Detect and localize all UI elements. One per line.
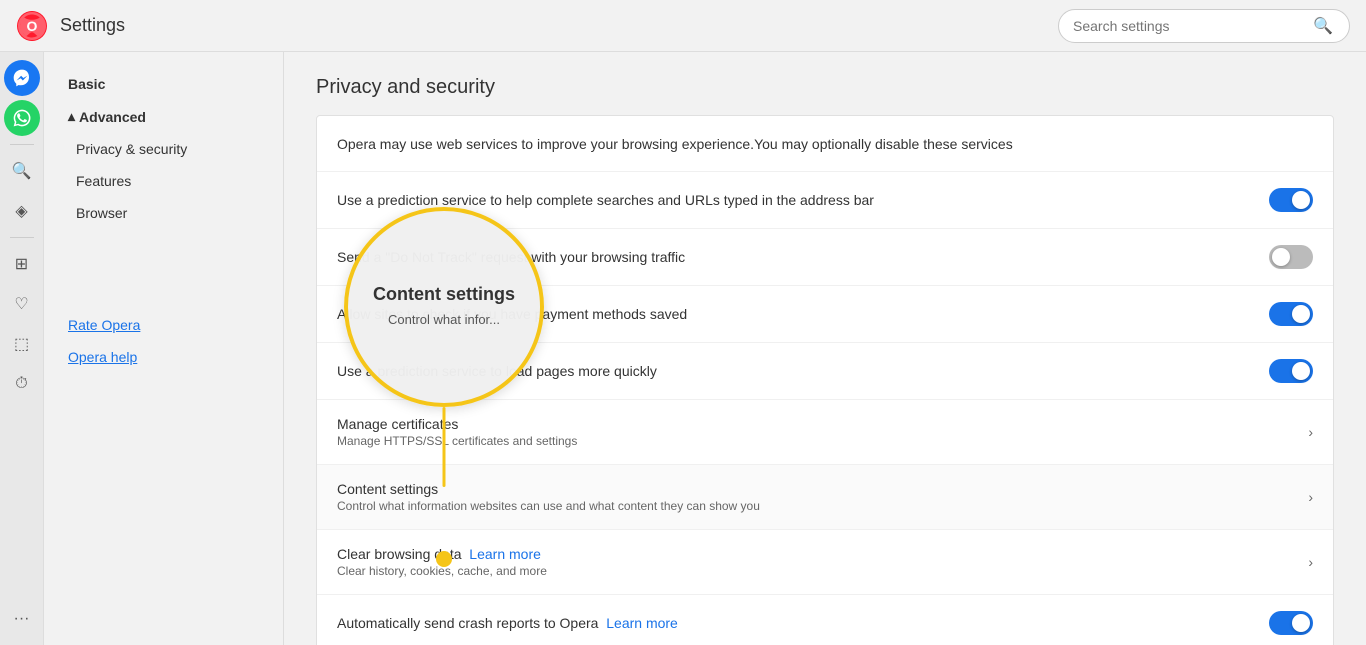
settings-row-payment-methods: Allow sites to check if you have payment… xyxy=(317,286,1333,343)
page-title: Settings xyxy=(60,15,1058,36)
bookmarks-button[interactable]: ♡ xyxy=(4,286,40,322)
search-box[interactable]: 🔍 xyxy=(1058,9,1350,43)
settings-row-web-services: Opera may use web services to improve yo… xyxy=(317,116,1333,172)
news-button[interactable]: ◈ xyxy=(4,193,40,229)
sidebar-item-basic[interactable]: Basic xyxy=(44,68,283,100)
sidebar-item-features[interactable]: Features xyxy=(44,165,283,197)
toggle-crash-reports[interactable] xyxy=(1269,611,1313,635)
messenger-button[interactable] xyxy=(4,60,40,96)
snapshot-button[interactable]: ⬚ xyxy=(4,326,40,362)
arrow-right-content: › xyxy=(1308,489,1313,505)
arrow-right-certs: › xyxy=(1308,424,1313,440)
settings-row-clear-browsing[interactable]: Clear browsing data Learn more Clear his… xyxy=(317,530,1333,595)
nav-sidebar: Basic ▴ Advanced Privacy & security Feat… xyxy=(44,52,284,645)
sidebar-item-browser[interactable]: Browser xyxy=(44,197,283,229)
row-text-clear-browsing: Clear browsing data Learn more Clear his… xyxy=(337,546,1308,578)
icon-sidebar: 🔍 ◈ ⊞ ♡ ⬚ ⏱ ··· xyxy=(0,52,44,645)
row-text-prediction-address: Use a prediction service to help complet… xyxy=(337,192,1269,208)
arrow-right-clear: › xyxy=(1308,554,1313,570)
search-input[interactable] xyxy=(1073,18,1313,34)
toggle-payment-methods[interactable] xyxy=(1269,302,1313,326)
opera-help-link[interactable]: Opera help xyxy=(44,341,283,373)
history-button[interactable]: ⏱ xyxy=(4,366,40,402)
search-icon: 🔍 xyxy=(1313,16,1333,36)
settings-card: Opera may use web services to improve yo… xyxy=(316,115,1334,645)
row-text-web-services: Opera may use web services to improve yo… xyxy=(337,136,1313,152)
settings-row-manage-certs[interactable]: Manage certificates Manage HTTPS/SSL cer… xyxy=(317,400,1333,465)
row-text-do-not-track: Send a "Do Not Track" request with your … xyxy=(337,249,1269,265)
toggle-slider xyxy=(1269,188,1313,212)
sidebar-item-privacy[interactable]: Privacy & security xyxy=(44,133,283,165)
clear-browsing-learn-more-link[interactable]: Learn more xyxy=(469,546,541,562)
divider-1 xyxy=(10,144,34,145)
toggle-slider-crash xyxy=(1269,611,1313,635)
settings-row-prediction-address: Use a prediction service to help complet… xyxy=(317,172,1333,229)
row-text-crash-reports: Automatically send crash reports to Oper… xyxy=(337,615,1269,631)
settings-row-crash-reports: Automatically send crash reports to Oper… xyxy=(317,595,1333,645)
row-text-payment-methods: Allow sites to check if you have payment… xyxy=(337,306,1269,322)
toggle-slider-payment xyxy=(1269,302,1313,326)
row-text-manage-certs: Manage certificates Manage HTTPS/SSL cer… xyxy=(337,416,1308,448)
main-layout: 🔍 ◈ ⊞ ♡ ⬚ ⏱ ··· Basic ▴ Advanced Privacy… xyxy=(0,52,1366,645)
more-button[interactable]: ··· xyxy=(4,601,40,637)
toggle-prediction-load[interactable] xyxy=(1269,359,1313,383)
toggle-do-not-track[interactable] xyxy=(1269,245,1313,269)
toggle-prediction-address[interactable] xyxy=(1269,188,1313,212)
row-text-prediction-load: Use a prediction service to load pages m… xyxy=(337,363,1269,379)
settings-row-content-settings[interactable]: Content settings Control what informatio… xyxy=(317,465,1333,530)
opera-logo: O xyxy=(16,10,48,42)
toggle-slider-load xyxy=(1269,359,1313,383)
whatsapp-button[interactable] xyxy=(4,100,40,136)
svg-text:O: O xyxy=(27,18,38,34)
rate-opera-link[interactable]: Rate Opera xyxy=(44,309,283,341)
apps-button[interactable]: ⊞ xyxy=(4,246,40,282)
sidebar-item-advanced[interactable]: ▴ Advanced xyxy=(44,100,283,133)
crash-reports-learn-more-link[interactable]: Learn more xyxy=(606,615,678,631)
settings-row-do-not-track: Send a "Do Not Track" request with your … xyxy=(317,229,1333,286)
settings-row-prediction-load: Use a prediction service to load pages m… xyxy=(317,343,1333,400)
topbar: O Settings 🔍 xyxy=(0,0,1366,52)
search-sidebar-button[interactable]: 🔍 xyxy=(4,153,40,189)
content-area: Content settings Control what infor... P… xyxy=(284,52,1366,645)
divider-2 xyxy=(10,237,34,238)
toggle-slider-dnt xyxy=(1269,245,1313,269)
row-text-content-settings: Content settings Control what informatio… xyxy=(337,481,1308,513)
chevron-up-icon: ▴ xyxy=(68,108,75,125)
section-title: Privacy and security xyxy=(316,76,1334,99)
